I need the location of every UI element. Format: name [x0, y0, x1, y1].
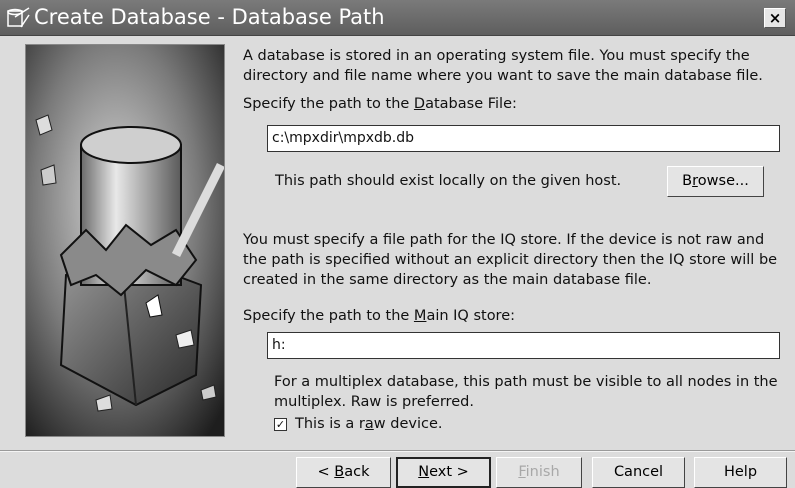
intro-text-line-2: directory and file name where you want t… [243, 68, 763, 84]
finish-button[interactable]: Finish [496, 457, 582, 488]
multiplex-note-line-1: For a multiplex database, this path must… [274, 374, 778, 390]
title-bar[interactable]: Create Database - Database Path × [0, 0, 795, 36]
main-iq-store-label: Specify the path to the Main IQ store: [243, 308, 516, 324]
iq-info-line-2: the path is specified without an explici… [243, 252, 778, 268]
cancel-button[interactable]: Cancel [592, 457, 685, 488]
window-title: Create Database - Database Path [34, 5, 385, 29]
iq-info-line-3: created in the same directory as the mai… [243, 272, 652, 288]
browse-button[interactable]: Browse... [667, 166, 764, 197]
raw-device-checkbox[interactable]: ✓ [274, 418, 287, 431]
back-button[interactable]: < Back [296, 457, 391, 488]
button-bar-separator [0, 450, 795, 452]
database-file-label: Specify the path to the Database File: [243, 96, 517, 112]
intro-text-line-1: A database is stored in an operating sys… [243, 48, 750, 64]
multiplex-note-line-2: multiplex. Raw is preferred. [274, 394, 474, 410]
help-button[interactable]: Help [694, 457, 787, 488]
close-button[interactable]: × [764, 8, 786, 28]
main-iq-store-input[interactable]: h: [267, 332, 780, 359]
iq-info-line-1: You must specify a file path for the IQ … [243, 232, 765, 248]
next-button[interactable]: Next > [396, 457, 491, 488]
broken-database-image [26, 45, 224, 436]
checkmark-icon: ✓ [275, 418, 286, 431]
database-file-note: This path should exist locally on the gi… [275, 173, 622, 189]
raw-device-label[interactable]: This is a raw device. [295, 414, 443, 434]
database-wizard-icon [7, 7, 30, 28]
close-icon: × [768, 9, 782, 27]
database-file-input[interactable]: c:\mpxdir\mpxdb.db [267, 125, 780, 152]
wizard-illustration [25, 44, 225, 437]
